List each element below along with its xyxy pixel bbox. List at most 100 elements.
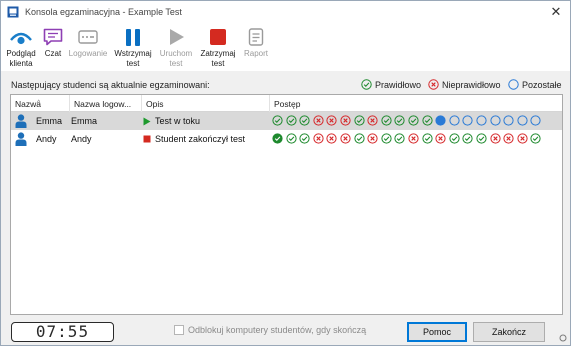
close-button[interactable]: ✕ bbox=[548, 4, 564, 20]
table-row[interactable]: Andy Andy Student zakończył test bbox=[11, 130, 562, 148]
column-header-login[interactable]: Nazwa logow... bbox=[70, 95, 142, 112]
column-header-description[interactable]: Opis bbox=[142, 95, 270, 112]
remaining-question-icon bbox=[476, 115, 487, 126]
correct-answer-icon bbox=[408, 115, 419, 126]
correct-answer-icon bbox=[530, 133, 541, 144]
x-circle-icon bbox=[428, 79, 439, 90]
resize-grip-icon[interactable] bbox=[559, 334, 567, 342]
correct-answer-icon bbox=[394, 115, 405, 126]
incorrect-answer-icon bbox=[367, 115, 378, 126]
legend-remaining: Pozostałe bbox=[508, 79, 562, 90]
correct-answer-icon bbox=[462, 133, 473, 144]
correct-answer-icon bbox=[421, 133, 433, 144]
students-label: Następujący studenci są aktualnie egzami… bbox=[11, 80, 210, 90]
correct-answer-icon bbox=[285, 133, 297, 144]
toolbar: Podgląd klienta Czat Logowanie Wstrzymaj… bbox=[1, 23, 570, 71]
correct-answer-icon bbox=[394, 133, 405, 144]
student-name: Andy bbox=[36, 134, 57, 144]
sort-caret-icon: ^ bbox=[37, 100, 41, 107]
client-preview-label-2: klienta bbox=[9, 59, 33, 68]
correct-answer-icon bbox=[476, 133, 487, 144]
help-button[interactable]: Pomoc bbox=[407, 322, 467, 342]
client-preview-button[interactable]: Podgląd klienta bbox=[4, 25, 38, 69]
correct-answer-icon bbox=[353, 133, 365, 144]
incorrect-answer-icon bbox=[326, 115, 337, 126]
table-header: ^ Nazwa Nazwa logow... Opis Postęp bbox=[11, 95, 562, 112]
correct-answer-icon bbox=[299, 115, 310, 126]
stop-icon bbox=[210, 29, 226, 45]
correct-answer-icon bbox=[272, 115, 283, 126]
end-exam-button[interactable]: Zakończ egzamin bbox=[473, 322, 545, 346]
pause-test-label-2: test bbox=[126, 59, 140, 68]
eye-icon bbox=[10, 32, 32, 45]
student-name: Emma bbox=[36, 116, 63, 126]
column-header-progress[interactable]: Postęp bbox=[270, 95, 562, 112]
legend-correct-label: Prawidłowo bbox=[375, 79, 422, 90]
start-test-label-1: Uruchom bbox=[159, 49, 193, 58]
correct-answer-icon bbox=[353, 115, 365, 126]
column-header-name[interactable]: ^ Nazwa bbox=[11, 95, 70, 112]
window-title: Konsola egzaminacyjna - Example Test bbox=[25, 7, 182, 17]
chat-label: Czat bbox=[44, 49, 62, 58]
remaining-question-icon bbox=[503, 115, 514, 126]
legend-incorrect-label: Nieprawidłowo bbox=[442, 79, 501, 90]
current-question-icon bbox=[435, 115, 446, 126]
incorrect-answer-icon bbox=[435, 133, 446, 144]
incorrect-answer-icon bbox=[489, 133, 501, 144]
remaining-question-icon bbox=[462, 115, 473, 126]
exam-console-window: Konsola egzaminacyjna - Example Test ✕ P… bbox=[0, 0, 571, 346]
progress-indicators bbox=[272, 115, 544, 126]
incorrect-answer-icon bbox=[517, 133, 528, 144]
student-login: Andy bbox=[71, 134, 92, 144]
stop-test-label-2: test bbox=[211, 59, 225, 68]
incorrect-answer-icon bbox=[340, 133, 351, 144]
legend-remaining-label: Pozostałe bbox=[522, 79, 562, 90]
incorrect-answer-icon bbox=[503, 133, 514, 144]
chat-button[interactable]: Czat bbox=[41, 25, 65, 59]
correct-answer-icon bbox=[299, 133, 310, 144]
student-login: Emma bbox=[71, 116, 98, 126]
start-test-button[interactable]: Uruchom test bbox=[157, 25, 195, 69]
correct-answer-icon bbox=[421, 115, 433, 126]
remaining-question-icon bbox=[530, 115, 541, 126]
incorrect-answer-icon bbox=[313, 115, 324, 126]
stop-test-button[interactable]: Zatrzymaj test bbox=[199, 25, 237, 69]
table-row[interactable]: Emma Emma Test w toku bbox=[11, 112, 562, 130]
empty-circle-icon bbox=[508, 79, 519, 90]
progress-indicators bbox=[272, 133, 544, 144]
legend-correct: Prawidłowo bbox=[361, 79, 421, 90]
login-button[interactable]: Logowanie bbox=[68, 25, 108, 59]
incorrect-answer-icon bbox=[340, 115, 351, 126]
students-table: ^ Nazwa Nazwa logow... Opis Postęp Emma … bbox=[10, 94, 563, 315]
report-label: Raport bbox=[243, 49, 268, 58]
correct-answer-icon bbox=[381, 133, 392, 144]
pause-test-button[interactable]: Wstrzymaj test bbox=[113, 25, 153, 69]
remaining-question-icon bbox=[517, 115, 528, 126]
incorrect-answer-icon bbox=[408, 133, 419, 144]
correct-answer-icon bbox=[272, 133, 283, 144]
check-circle-icon bbox=[361, 79, 372, 90]
student-status: Test w toku bbox=[155, 116, 201, 126]
legend-incorrect: Nieprawidłowo bbox=[428, 79, 501, 90]
login-icon bbox=[78, 30, 98, 44]
chat-icon bbox=[43, 28, 63, 46]
stop-square-icon bbox=[143, 135, 151, 143]
stop-test-label-1: Zatrzymaj bbox=[200, 49, 236, 58]
title-bar: Konsola egzaminacyjna - Example Test ✕ bbox=[1, 1, 570, 23]
client-preview-label-1: Podgląd bbox=[6, 49, 36, 58]
incorrect-answer-icon bbox=[313, 133, 324, 144]
correct-answer-icon bbox=[285, 115, 297, 126]
play-icon bbox=[170, 29, 184, 45]
start-test-label-2: test bbox=[169, 59, 183, 68]
user-icon bbox=[15, 114, 27, 128]
exam-timer: 07:55 bbox=[11, 322, 114, 342]
user-icon bbox=[15, 132, 27, 146]
correct-answer-icon bbox=[449, 133, 460, 144]
unlock-checkbox[interactable] bbox=[174, 325, 184, 335]
student-status: Student zakończył test bbox=[155, 134, 246, 144]
report-button[interactable]: Raport bbox=[240, 25, 272, 59]
unlock-computers-option[interactable]: Odblokuj komputery studentów, gdy skończ… bbox=[174, 325, 366, 335]
correct-answer-icon bbox=[381, 115, 392, 126]
pause-test-label-1: Wstrzymaj bbox=[114, 49, 152, 58]
incorrect-answer-icon bbox=[326, 133, 337, 144]
